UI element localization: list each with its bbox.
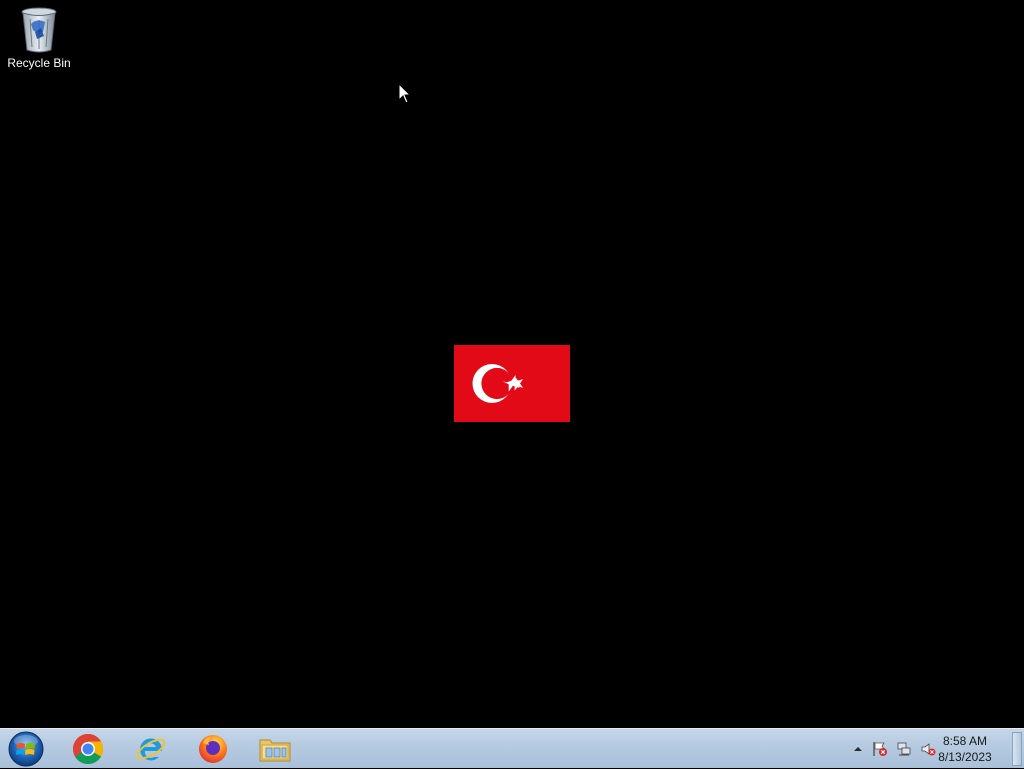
- windows-start-orb-icon: [8, 731, 44, 767]
- network-icon[interactable]: [896, 741, 912, 757]
- turkish-flag-wallpaper: [454, 345, 570, 422]
- taskbar: 8:58 AM 8/13/2023: [0, 728, 1024, 768]
- show-desktop-button[interactable]: [1012, 732, 1022, 766]
- taskbar-internet-explorer-button[interactable]: [124, 730, 178, 768]
- chrome-icon: [72, 734, 104, 765]
- firefox-icon: [199, 735, 227, 763]
- recycle-bin-desktop-icon[interactable]: Recycle Bin: [4, 4, 74, 74]
- clock-date: 8/13/2023: [938, 750, 992, 764]
- mouse-cursor-icon: [398, 82, 412, 105]
- show-hidden-icons-arrow-icon[interactable]: [850, 741, 866, 757]
- taskbar-chrome-button[interactable]: [61, 730, 115, 768]
- internet-explorer-icon: [136, 738, 166, 761]
- recycle-bin-label: Recycle Bin: [7, 56, 71, 70]
- desktop[interactable]: Recycle Bin: [0, 0, 1024, 728]
- taskbar-clock[interactable]: 8:58 AM 8/13/2023: [930, 733, 1000, 765]
- recycle-bin-icon: [19, 4, 59, 54]
- action-center-flag-icon[interactable]: [872, 741, 888, 757]
- file-explorer-icon: [259, 739, 291, 762]
- taskbar-file-explorer-button[interactable]: [248, 730, 302, 768]
- start-button[interactable]: [4, 729, 48, 769]
- taskbar-firefox-button[interactable]: [186, 730, 240, 768]
- system-tray: 8:58 AM 8/13/2023: [834, 729, 1024, 769]
- clock-time: 8:58 AM: [942, 734, 988, 748]
